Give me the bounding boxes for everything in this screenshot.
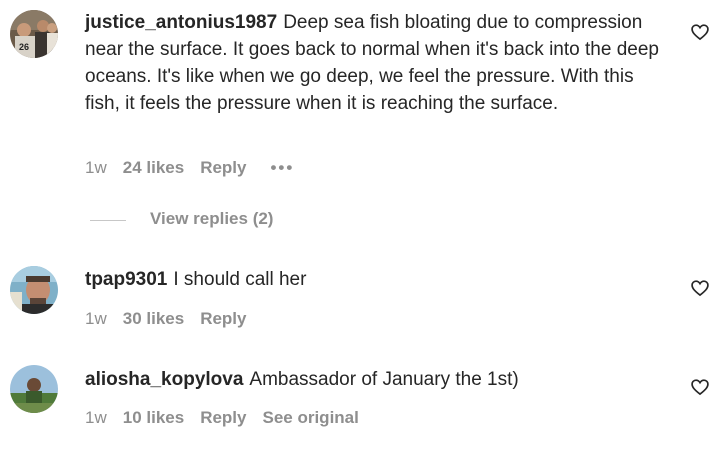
timestamp: 1w xyxy=(85,408,107,427)
reply-button[interactable]: Reply xyxy=(200,158,246,178)
comment-meta: 1w 10 likes Reply See original xyxy=(85,408,375,428)
avatar[interactable] xyxy=(10,266,58,314)
comment-body: I should call her xyxy=(173,269,307,290)
more-icon[interactable]: ••• xyxy=(270,158,294,178)
like-heart-button[interactable] xyxy=(690,278,710,298)
comment-body: Ambassador of January the 1st) xyxy=(249,369,519,390)
avatar-image xyxy=(10,365,58,413)
avatar[interactable]: 26 xyxy=(10,10,58,58)
likes-count[interactable]: 10 likes xyxy=(123,408,184,428)
username[interactable]: justice_antonius1987 xyxy=(85,12,277,33)
comment-1: 26 justice_antonius1987 Deep sea fish blo… xyxy=(0,0,725,240)
timestamp: 1w xyxy=(85,309,107,328)
comment-text: aliosha_kopylova Ambassador of January th… xyxy=(85,366,665,393)
timestamp: 1w xyxy=(85,158,107,177)
likes-count[interactable]: 30 likes xyxy=(123,309,184,329)
likes-count[interactable]: 24 likes xyxy=(123,158,184,178)
heart-icon xyxy=(691,280,709,297)
view-replies-label: View replies (2) xyxy=(150,209,274,228)
comment-text: tpap9301 I should call her xyxy=(85,266,665,293)
reply-button[interactable]: Reply xyxy=(200,408,246,428)
comment-text: justice_antonius1987 Deep sea fish bloati… xyxy=(85,9,665,117)
comment-meta: 1w 24 likes Reply ••• xyxy=(85,158,310,178)
heart-icon xyxy=(691,379,709,396)
avatar-image: 26 xyxy=(10,10,58,58)
like-heart-button[interactable] xyxy=(690,22,710,42)
divider-line xyxy=(90,220,126,221)
comment-meta: 1w 30 likes Reply xyxy=(85,309,262,329)
like-heart-button[interactable] xyxy=(690,377,710,397)
username[interactable]: tpap9301 xyxy=(85,269,167,290)
heart-icon xyxy=(691,24,709,41)
avatar-image xyxy=(10,266,58,314)
username[interactable]: aliosha_kopylova xyxy=(85,369,243,390)
reply-button[interactable]: Reply xyxy=(200,309,246,329)
see-original-button[interactable]: See original xyxy=(262,408,358,428)
svg-text:26: 26 xyxy=(19,42,29,52)
avatar[interactable] xyxy=(10,365,58,413)
